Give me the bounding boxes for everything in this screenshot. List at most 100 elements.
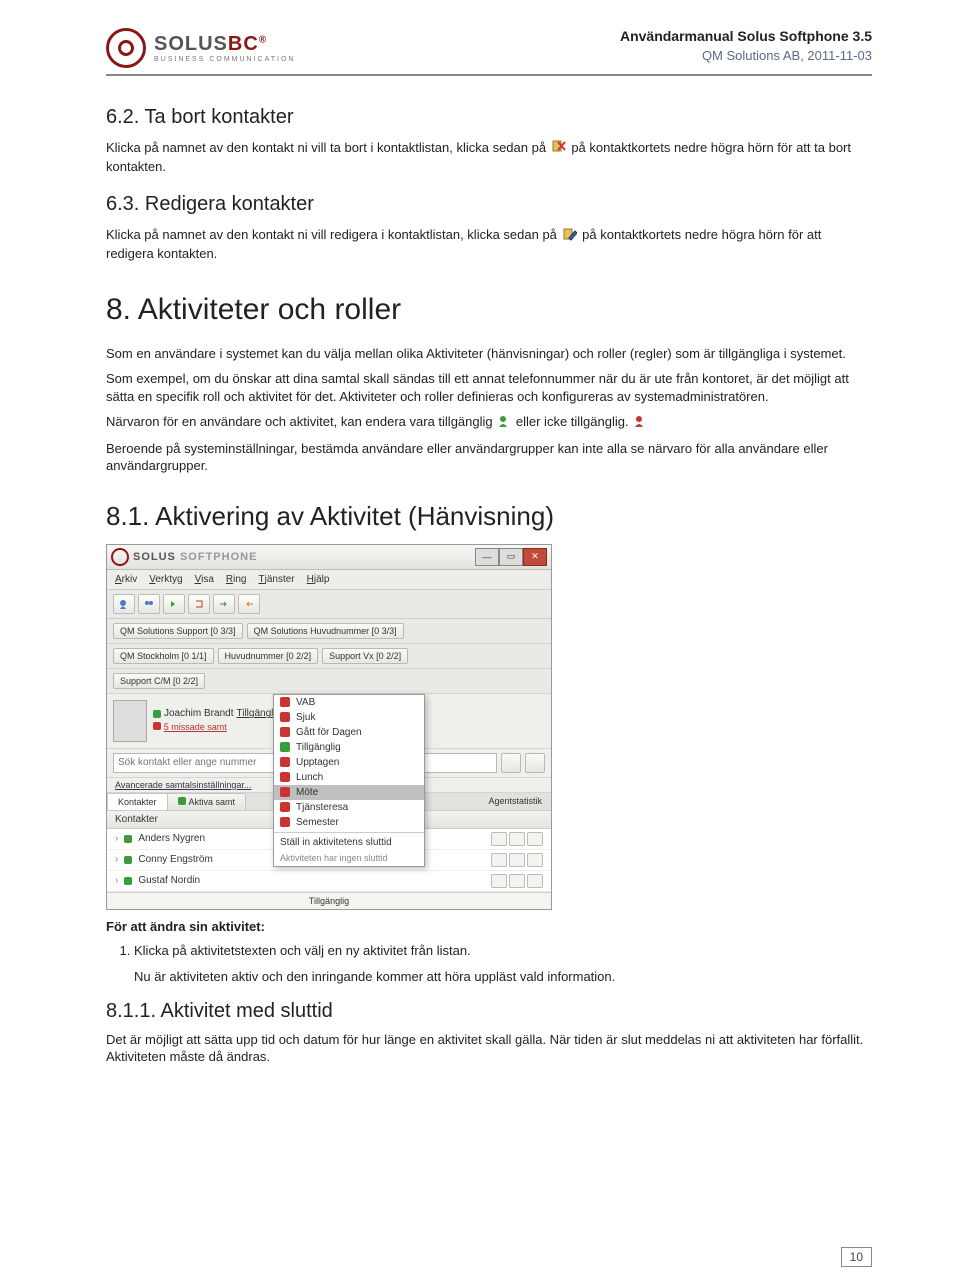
presence-icon [280, 802, 290, 812]
instr-label: För att ändra sin aktivitet: [106, 918, 872, 936]
contact-action-2[interactable] [509, 832, 525, 846]
heading-8: 8. Aktiviteter och roller [106, 293, 872, 327]
dropdown-item[interactable]: Tillgänglig [274, 740, 424, 755]
queue-row-1: QM Solutions Support [0 3/3] QM Solution… [107, 619, 551, 644]
toolbar-button-6[interactable] [238, 594, 260, 614]
presence-icon [280, 727, 290, 737]
dropdown-item[interactable]: Tjänsteresa [274, 800, 424, 815]
dropdown-item[interactable]: Upptagen [274, 755, 424, 770]
queue-chip[interactable]: QM Solutions Support [0 3/3] [113, 623, 243, 639]
para-8-4: Beroende på systeminställningar, bestämd… [106, 440, 872, 475]
maximize-button[interactable]: ▭ [499, 548, 523, 566]
dropdown-item[interactable]: Gått för Dagen [274, 725, 424, 740]
presence-icon [280, 757, 290, 767]
dropdown-item[interactable]: Lunch [274, 770, 424, 785]
presence-icon [124, 835, 132, 843]
toolbar-button-5[interactable] [213, 594, 235, 614]
queue-chip[interactable]: Huvudnummer [0 2/2] [218, 648, 319, 664]
dropdown-item-label: Gått för Dagen [296, 727, 362, 738]
contact-action-1[interactable] [491, 832, 507, 846]
contact-action-2[interactable] [509, 874, 525, 888]
menu-hjalp[interactable]: Hjälp [307, 574, 330, 585]
window-title-b: SOFTPHONE [180, 551, 257, 563]
menu-verktyg[interactable]: Verktyg [149, 574, 182, 585]
dropdown-item[interactable]: Sjuk [274, 710, 424, 725]
close-button[interactable]: ✕ [523, 548, 547, 566]
toolbar-button-1[interactable] [113, 594, 135, 614]
toolbar-button-4[interactable] [188, 594, 210, 614]
dropdown-item[interactable]: VAB [274, 695, 424, 710]
contact-action-1[interactable] [491, 874, 507, 888]
toolbar-button-3[interactable] [163, 594, 185, 614]
para-6-3: Klicka på namnet av den kontakt ni vill … [106, 226, 872, 262]
toolbar [107, 590, 551, 619]
header-rule [106, 74, 872, 76]
search-button-1[interactable] [501, 753, 521, 773]
menu-arkiv[interactable]: Arkiv [115, 574, 137, 585]
dropdown-item[interactable]: Semester [274, 815, 424, 830]
contact-action-1[interactable] [491, 853, 507, 867]
para-6-3-a: Klicka på namnet av den kontakt ni vill … [106, 227, 557, 242]
chevron-right-icon: › [115, 833, 118, 844]
queue-chip[interactable]: Support Vx [0 2/2] [322, 648, 408, 664]
contact-name: Conny Engström [138, 854, 212, 865]
tab-aktiva[interactable]: Aktiva samt [167, 793, 247, 810]
window-logo-icon [111, 548, 129, 566]
para-6-2-a: Klicka på namnet av den kontakt ni vill … [106, 140, 546, 155]
window-title-a: SOLUS [133, 551, 176, 563]
logo-brand-a: SOLUS [154, 33, 228, 55]
para-8-3-b: eller icke tillgänglig. [516, 414, 629, 429]
queue-row-3: Support C/M [0 2/2] [107, 669, 551, 694]
unavailable-icon [634, 414, 646, 432]
para-8-3: Närvaron för en användare och aktivitet,… [106, 413, 872, 431]
dropdown-item[interactable]: Möte [274, 785, 424, 800]
presence-icon [280, 697, 290, 707]
contact-row[interactable]: ›Gustaf Nordin [107, 871, 551, 892]
dropdown-set-endtime[interactable]: Ställ in aktivitetens sluttid [274, 835, 424, 850]
contact-name: Anders Nygren [138, 833, 205, 844]
heading-8-1: 8.1. Aktivering av Aktivitet (Hänvisning… [106, 501, 872, 532]
menu-ring[interactable]: Ring [226, 574, 247, 585]
queue-chip[interactable]: QM Solutions Huvudnummer [0 3/3] [247, 623, 404, 639]
menu-tjanster[interactable]: Tjänster [258, 574, 294, 585]
search-button-2[interactable] [525, 753, 545, 773]
presence-icon [153, 710, 161, 718]
tab-kontakter[interactable]: Kontakter [107, 793, 168, 810]
para-6-2: Klicka på namnet av den kontakt ni vill … [106, 139, 872, 175]
contact-action-2[interactable] [509, 853, 525, 867]
heading-6-3: 6.3. Redigera kontakter [106, 193, 872, 216]
delete-contact-icon [552, 139, 566, 158]
para-8-3-a: Närvaron för en användare och aktivitet,… [106, 414, 493, 429]
page-number: 10 [841, 1247, 872, 1267]
queue-chip[interactable]: QM Stockholm [0 1/1] [113, 648, 214, 664]
available-icon [498, 414, 510, 432]
presence-icon [124, 856, 132, 864]
heading-8-1-1: 8.1.1. Aktivitet med sluttid [106, 1000, 872, 1023]
para-8-1-1: Det är möjligt att sätta upp tid och dat… [106, 1031, 872, 1066]
contact-action-3[interactable] [527, 853, 543, 867]
presence-icon [280, 787, 290, 797]
toolbar-button-2[interactable] [138, 594, 160, 614]
dropdown-item-label: Upptagen [296, 757, 339, 768]
dropdown-item-label: Tjänsteresa [296, 802, 348, 813]
header-meta: QM Solutions AB, 2011-11-03 [620, 48, 872, 63]
presence-icon [124, 877, 132, 885]
queue-row-2: QM Stockholm [0 1/1] Huvudnummer [0 2/2]… [107, 644, 551, 669]
dropdown-item-label: Semester [296, 817, 339, 828]
queue-chip[interactable]: Support C/M [0 2/2] [113, 673, 205, 689]
presence-icon [280, 772, 290, 782]
menu-visa[interactable]: Visa [195, 574, 214, 585]
avatar [113, 700, 147, 742]
logo: SOLUSBC® BUSINESS COMMUNICATION [106, 28, 296, 68]
minimize-button[interactable]: — [475, 548, 499, 566]
dropdown-no-endtime: Aktiviteten har ingen sluttid [274, 850, 424, 866]
contact-action-3[interactable] [527, 874, 543, 888]
instr-steps: Klicka på aktivitetstexten och välj en n… [134, 943, 872, 958]
presence-icon [178, 797, 186, 805]
menu-bar: Arkiv Verktyg Visa Ring Tjänster Hjälp [107, 570, 551, 590]
missed-calls-link[interactable]: 5 missade samt [164, 722, 227, 732]
dropdown-item-label: Lunch [296, 772, 323, 783]
contact-action-3[interactable] [527, 832, 543, 846]
logo-icon [106, 28, 146, 68]
missed-icon [153, 722, 161, 730]
